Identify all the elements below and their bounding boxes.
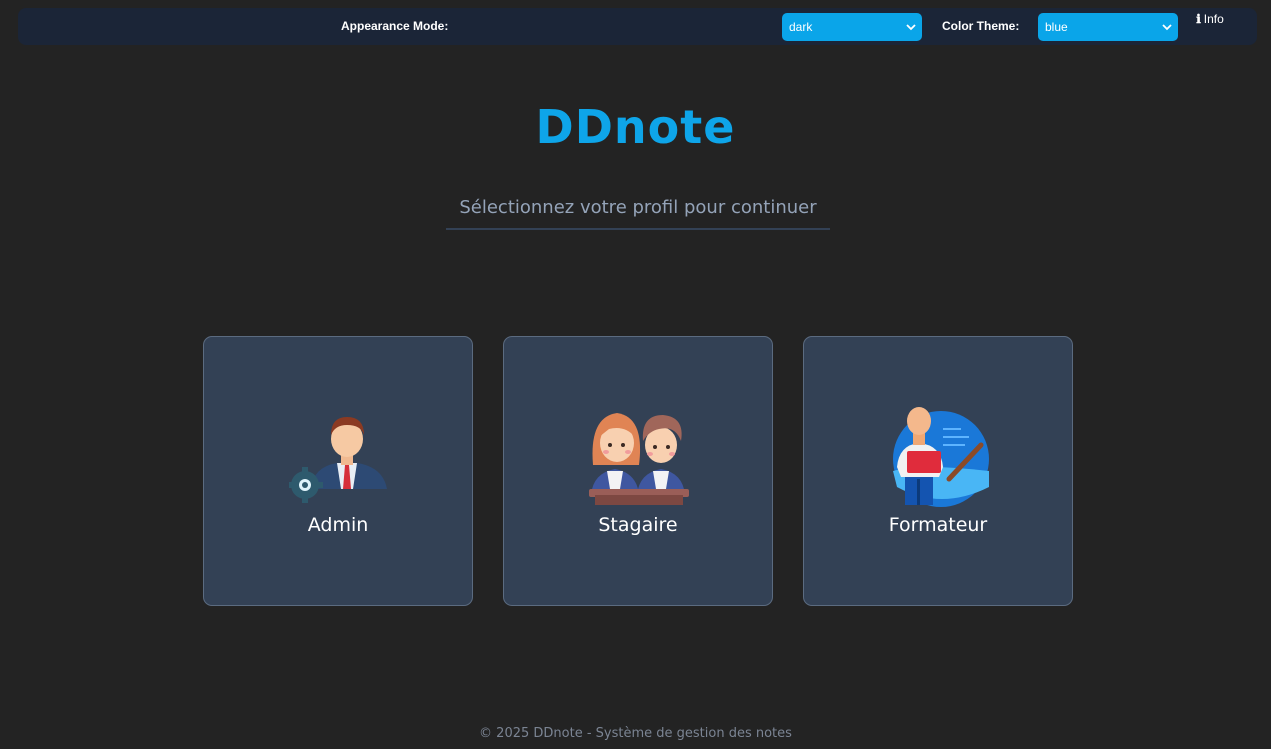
profile-card-admin[interactable]: Admin bbox=[203, 336, 473, 606]
profile-label-admin: Admin bbox=[307, 514, 369, 536]
info-label: Info bbox=[1203, 12, 1224, 26]
admin-icon bbox=[287, 407, 389, 507]
profile-card-stagaire[interactable]: Stagaire bbox=[503, 336, 773, 606]
students-icon bbox=[589, 407, 689, 507]
appearance-mode-label: Appearance Mode: bbox=[341, 19, 449, 33]
page-subtitle: Sélectionnez votre profil pour continuer bbox=[446, 193, 830, 230]
chevron-down-icon bbox=[1162, 13, 1172, 41]
profile-card-formateur[interactable]: Formateur bbox=[803, 336, 1073, 606]
color-theme-select[interactable]: blue bbox=[1038, 13, 1178, 41]
appearance-mode-select[interactable]: dark bbox=[782, 13, 922, 41]
info-button[interactable]: ℹ Info bbox=[1187, 5, 1233, 33]
chevron-down-icon bbox=[906, 13, 916, 41]
profile-label-stagaire: Stagaire bbox=[598, 514, 678, 536]
info-icon: ℹ bbox=[1196, 12, 1201, 26]
profile-label-formateur: Formateur bbox=[888, 514, 988, 536]
teacher-icon bbox=[889, 407, 989, 507]
color-theme-label: Color Theme: bbox=[942, 19, 1020, 33]
footer-text: © 2025 DDnote - Système de gestion des n… bbox=[479, 726, 792, 741]
top-bar: Appearance Mode: dark Color Theme: blue bbox=[18, 8, 1257, 45]
app-title: DDnote bbox=[535, 100, 736, 154]
color-theme-value: blue bbox=[1045, 20, 1068, 34]
appearance-mode-value: dark bbox=[789, 20, 813, 34]
